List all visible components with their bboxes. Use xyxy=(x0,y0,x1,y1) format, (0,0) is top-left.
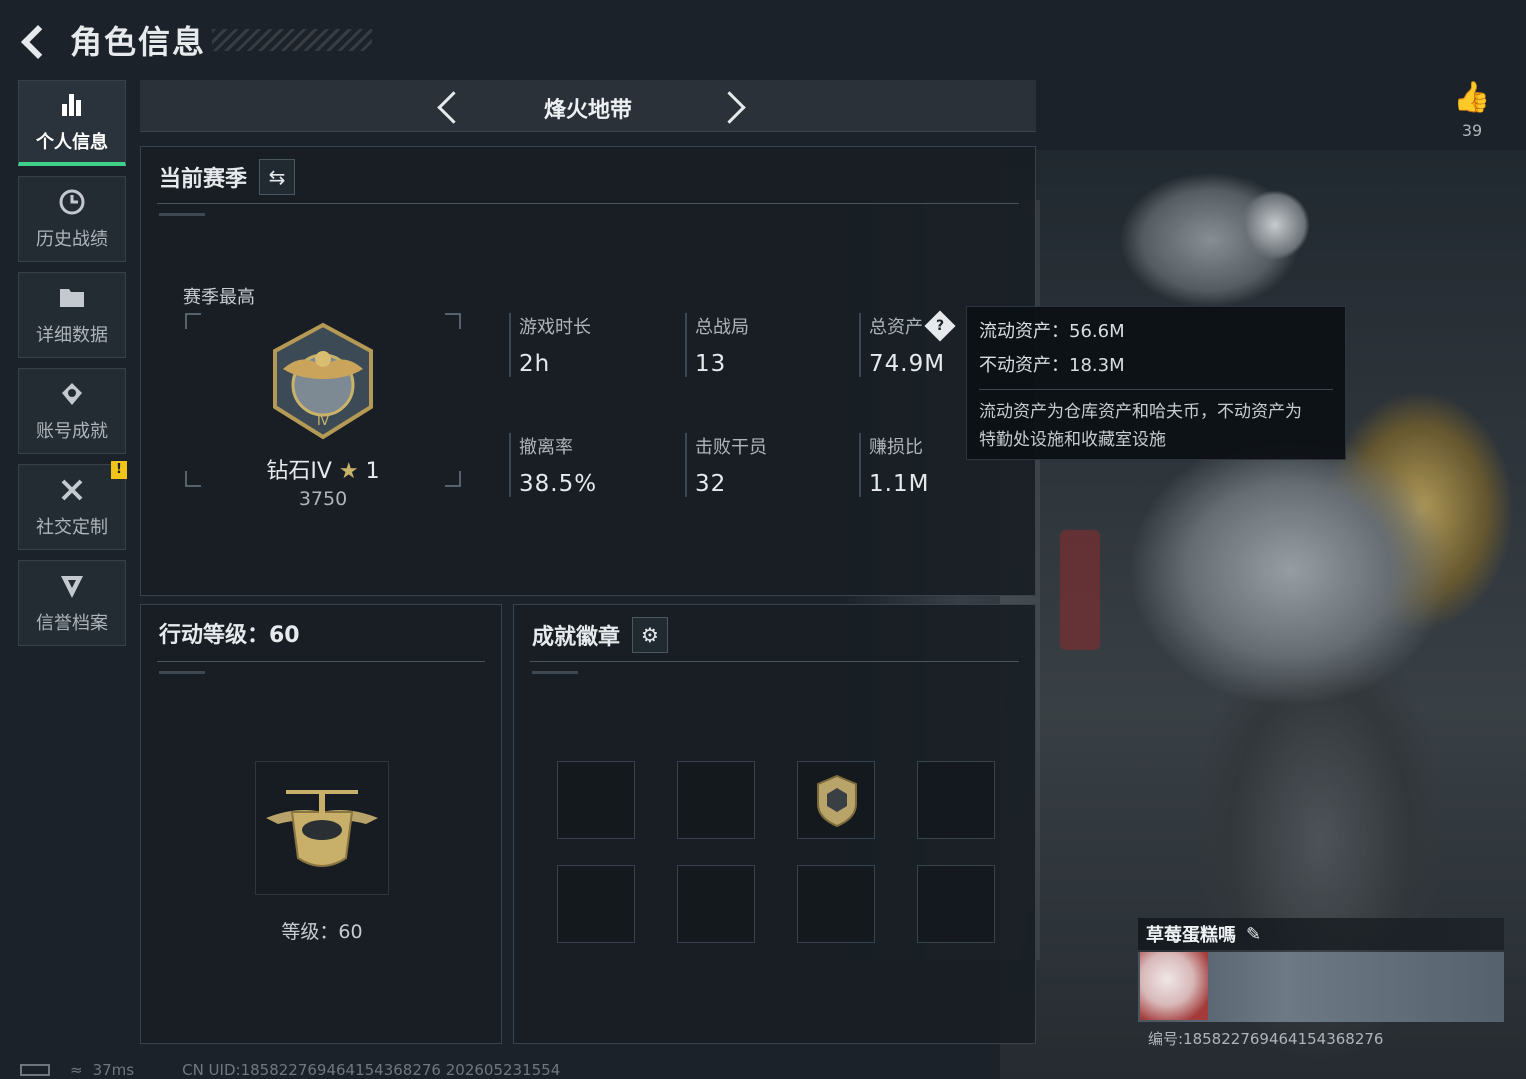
page-header: 角色信息 xyxy=(18,18,373,62)
stat-total-matches: 总战局 13 xyxy=(685,313,855,377)
rank-name: 钻石IV xyxy=(266,459,332,484)
level-badge[interactable] xyxy=(255,761,389,895)
rank-display: IV 钻石IV ★ 1 3750 xyxy=(185,313,461,510)
diamond-rank-emblem-icon: IV xyxy=(263,321,383,441)
back-arrow-icon[interactable] xyxy=(18,23,52,57)
history-icon xyxy=(57,187,87,219)
tooltip-note-line2: 特勤处设施和收藏室设施 xyxy=(979,430,1166,450)
achievement-icon xyxy=(57,379,87,411)
season-best-label: 赛季最高 xyxy=(183,287,255,308)
stat-value: 13 xyxy=(695,351,727,377)
divider-accent xyxy=(159,213,205,216)
mode-title: 烽火地带 xyxy=(543,98,632,123)
rank-stars: 1 xyxy=(365,459,380,484)
divider xyxy=(530,661,1019,662)
avatar[interactable] xyxy=(1140,952,1208,1020)
badge-slot[interactable] xyxy=(797,865,875,943)
stat-label: 游戏时长 xyxy=(519,317,591,338)
svg-text:IV: IV xyxy=(317,414,330,428)
stat-label: 撤离率 xyxy=(519,437,573,458)
wifi-icon: ≈ xyxy=(70,1060,83,1079)
battery-icon xyxy=(20,1063,50,1076)
folder-icon xyxy=(57,283,87,315)
ping-value: 37ms xyxy=(92,1060,135,1079)
stat-value: 32 xyxy=(695,471,727,497)
profile-name-row: 草莓蛋糕嗎 ✎ xyxy=(1138,918,1504,950)
stat-value: 1.1M xyxy=(869,471,930,497)
tooltip-note-line1: 流动资产为仓库资产和哈夫币，不动资产为 xyxy=(979,402,1302,422)
level-title: 行动等级：60 xyxy=(159,623,300,648)
sidebar-item-label: 账号成就 xyxy=(36,421,108,442)
like-count: 39 xyxy=(1461,121,1483,140)
divider-accent xyxy=(532,671,578,674)
chevron-right-icon[interactable] xyxy=(718,90,748,120)
mode-selector: 烽火地带 xyxy=(140,80,1036,132)
achievement-badges-panel: 成就徽章 ⚙ xyxy=(513,604,1036,1044)
level-text: 等级：60 xyxy=(281,921,363,943)
sidebar-item-history[interactable]: 历史战绩 xyxy=(18,176,126,262)
thumbs-up-icon: 👍 xyxy=(1453,80,1491,115)
stat-value: 38.5% xyxy=(519,471,598,497)
sidebar-item-label: 历史战绩 xyxy=(36,229,108,250)
profile-card: 草莓蛋糕嗎 ✎ 编号:185822769464154368276 xyxy=(1138,918,1504,1058)
page-title: 角色信息 xyxy=(70,23,207,61)
stat-extract-rate: 撤离率 38.5% xyxy=(509,433,679,497)
tooltip-fixed-assets: 不动资产：18.3M xyxy=(979,355,1125,376)
sidebar-item-label: 详细数据 xyxy=(36,325,108,346)
edit-pencil-icon[interactable]: ✎ xyxy=(1246,924,1261,945)
sidebar-item-achievements[interactable]: 账号成就 xyxy=(18,368,126,454)
divider-accent xyxy=(159,671,205,674)
uid-text: CN UID:185822769464154368276 20260523155… xyxy=(182,1060,561,1079)
divider xyxy=(157,203,1019,204)
stat-label: 总战局 xyxy=(695,317,749,338)
rank-score: 3750 xyxy=(298,488,348,510)
sidebar-item-detail-data[interactable]: 详细数据 xyxy=(18,272,126,358)
rank-name-row: 钻石IV ★ 1 xyxy=(185,453,461,485)
assets-tooltip: 流动资产：56.6M 不动资产：18.3M 流动资产为仓库资产和哈夫币，不动资产… xyxy=(966,306,1346,460)
switch-season-button[interactable]: ⇆ xyxy=(259,159,296,195)
achievement-settings-button[interactable]: ⚙ xyxy=(632,617,669,653)
stat-playtime: 游戏时长 2h xyxy=(509,313,679,377)
sidebar-item-personal-info[interactable]: 个人信息 xyxy=(18,80,126,166)
divider xyxy=(157,661,485,662)
shield-badge-icon xyxy=(817,774,857,828)
helicopter-emblem-icon xyxy=(266,790,378,867)
profile-banner xyxy=(1138,952,1504,1022)
badge-slot[interactable] xyxy=(797,761,875,839)
badge-slot[interactable] xyxy=(677,865,755,943)
star-icon: ★ xyxy=(338,459,359,484)
sidebar-item-reputation[interactable]: 信誉档案 xyxy=(18,560,126,646)
status-footer: ≈ 37ms CN UID:185822769464154368276 2026… xyxy=(20,1060,560,1079)
badge-slot[interactable] xyxy=(917,761,995,839)
bar-chart-icon xyxy=(58,90,86,122)
achievements-title: 成就徽章 xyxy=(532,625,621,650)
badge-slot[interactable] xyxy=(677,761,755,839)
reputation-icon xyxy=(57,571,87,603)
season-panel: 当前赛季 ⇆ 赛季最高 IV 钻石IV ★ 1 3750 游戏时长 2h 总战局… xyxy=(140,146,1036,596)
gear-icon: ⚙ xyxy=(641,623,659,647)
stat-kills: 击败干员 32 xyxy=(685,433,855,497)
stat-label: 击败干员 xyxy=(695,437,767,458)
sidebar: 个人信息 历史战绩 详细数据 账号成就 ! 社交定制 信誉档案 xyxy=(18,80,127,656)
like-button[interactable]: 👍 39 xyxy=(1452,80,1492,140)
action-level-panel: 行动等级：60 等级：60 xyxy=(140,604,502,1044)
badge-slot[interactable] xyxy=(557,761,635,839)
sidebar-item-label: 社交定制 xyxy=(36,517,108,538)
sidebar-item-label: 个人信息 xyxy=(36,131,108,153)
sidebar-item-social[interactable]: ! 社交定制 xyxy=(18,461,127,550)
alert-badge: ! xyxy=(111,461,127,479)
player-id: 编号:185822769464154368276 xyxy=(1148,1030,1384,1048)
stat-value: 2h xyxy=(519,351,551,377)
badge-slot[interactable] xyxy=(557,865,635,943)
tooltip-liquid-assets: 流动资产：56.6M xyxy=(979,321,1125,342)
badge-slot[interactable] xyxy=(917,865,995,943)
tools-icon xyxy=(57,475,87,507)
sidebar-item-label: 信誉档案 xyxy=(36,613,108,634)
swap-icon: ⇆ xyxy=(268,165,286,189)
season-title: 当前赛季 xyxy=(159,167,248,192)
title-decoration xyxy=(212,29,373,51)
player-name: 草莓蛋糕嗎 xyxy=(1146,925,1236,946)
help-icon[interactable]: ? xyxy=(924,310,956,342)
